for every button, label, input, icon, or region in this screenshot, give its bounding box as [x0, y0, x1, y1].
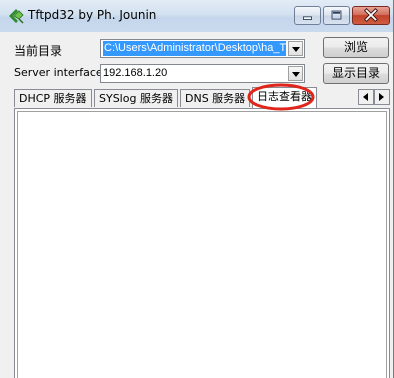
app-window: Tftpd32 by Ph. Jounin 当前目录 C:\Users\Admi…	[0, 0, 394, 378]
tab-strip: DHCP 服务器 SYSlog 服务器 DNS 服务器 日志查看器	[14, 87, 392, 108]
log-viewer-panel	[14, 108, 390, 378]
server-interface-label: Server interface	[14, 66, 103, 79]
window-title: Tftpd32 by Ph. Jounin	[28, 8, 157, 22]
arrow-right-icon	[379, 93, 384, 101]
log-viewer-list[interactable]	[17, 111, 387, 378]
close-icon	[363, 8, 379, 23]
chevron-down-icon	[292, 47, 300, 52]
minimize-button[interactable]	[294, 6, 321, 25]
arrow-left-icon	[363, 93, 368, 101]
current-dir-value[interactable]: C:\Users\Administrator\Desktop\ha_T	[103, 41, 286, 56]
close-button[interactable]	[352, 6, 390, 25]
server-interface-combobox[interactable]: 192.168.1.20	[100, 64, 305, 83]
tab-syslog[interactable]: SYSlog 服务器	[94, 89, 178, 107]
title-bar[interactable]: Tftpd32 by Ph. Jounin	[0, 0, 393, 32]
server-interface-value: 192.168.1.20	[103, 67, 168, 79]
browse-button[interactable]: 浏览	[323, 37, 389, 58]
current-dir-label: 当前目录	[14, 44, 63, 58]
current-dir-combobox[interactable]: C:\Users\Administrator\Desktop\ha_T	[100, 39, 305, 58]
show-dir-button[interactable]: 显示目录	[323, 63, 389, 84]
interface-dropdown-button[interactable]	[288, 66, 303, 81]
minimize-icon	[303, 16, 312, 20]
tab-dhcp[interactable]: DHCP 服务器	[14, 89, 92, 107]
maximize-icon	[331, 10, 342, 20]
tab-scroll-left-button[interactable]	[358, 89, 374, 105]
tftp-app-icon	[7, 7, 25, 25]
tab-dns[interactable]: DNS 服务器	[180, 89, 251, 107]
maximize-button[interactable]	[323, 6, 350, 25]
dir-dropdown-button[interactable]	[288, 41, 303, 56]
tab-log-viewer[interactable]: 日志查看器	[252, 87, 317, 108]
chevron-down-icon	[292, 72, 300, 77]
tab-scroll-right-button[interactable]	[374, 89, 390, 105]
